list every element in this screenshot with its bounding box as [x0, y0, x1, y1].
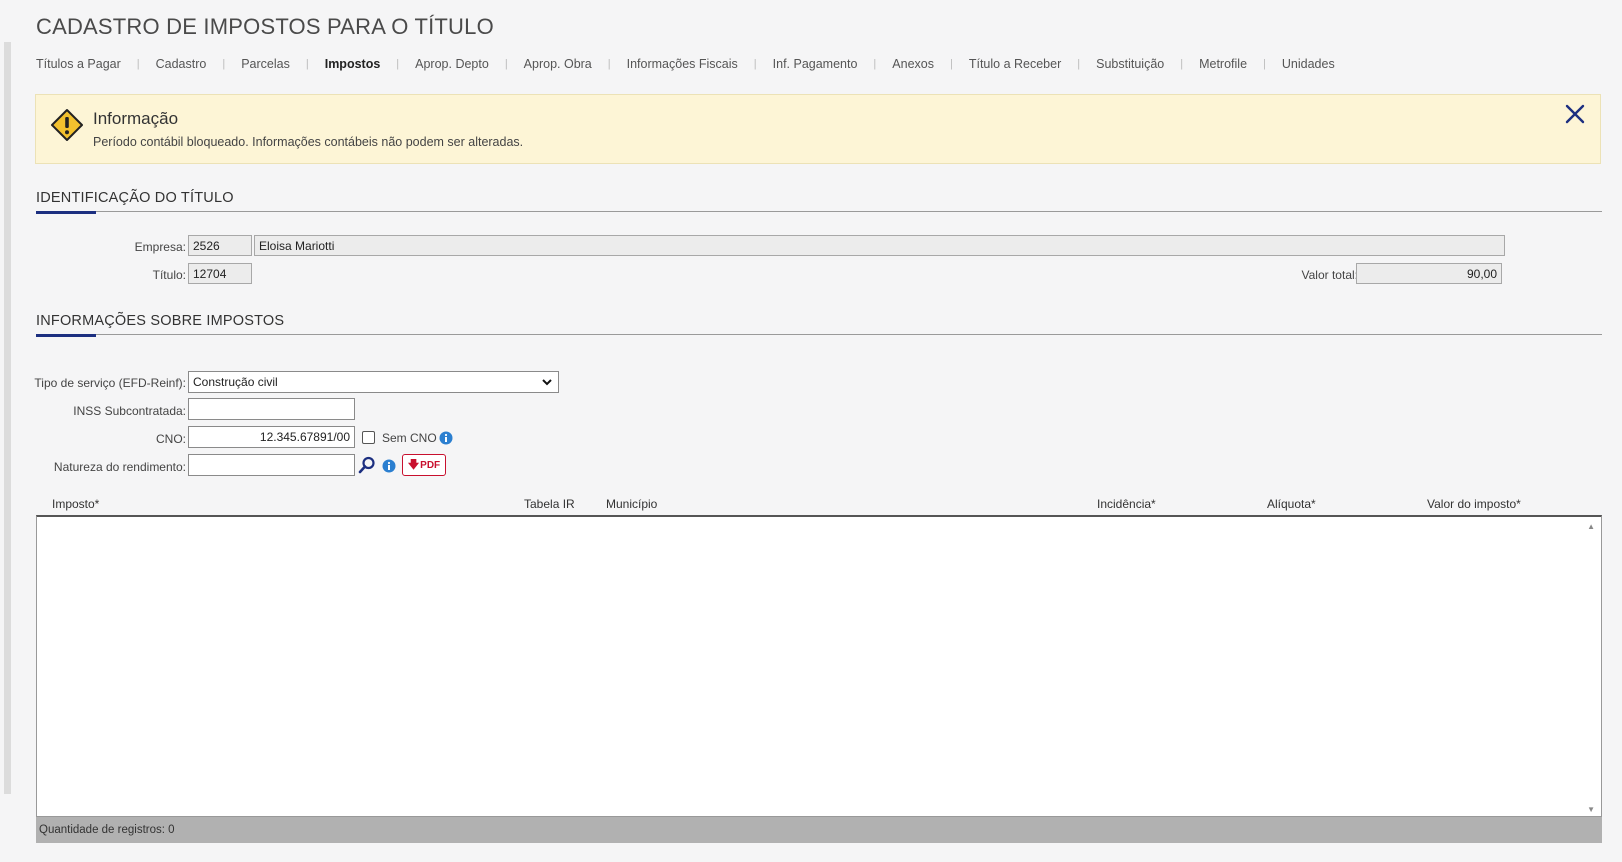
tab-impostos[interactable]: Impostos: [325, 57, 381, 71]
tipo-servico-value: Construção civil: [193, 375, 278, 389]
tab-separator: |: [753, 58, 757, 70]
tab-separator: |: [1180, 58, 1184, 70]
tab-separator: |: [222, 58, 226, 70]
column-header-municipio[interactable]: Município: [606, 497, 657, 511]
left-rail: [4, 42, 11, 794]
grid-footer: Quantidade de registros: 0: [36, 817, 1602, 843]
tab-bar: Títulos a Pagar | Cadastro | Parcelas | Impost…: [36, 57, 1335, 71]
section-accent: [36, 334, 96, 337]
valor-total-label: Valor total:: [1301, 268, 1358, 282]
section-accent: [36, 211, 96, 214]
titulo-field: 12704: [188, 263, 252, 284]
tab-separator: |: [396, 58, 400, 70]
tab-inf-pagamento[interactable]: Inf. Pagamento: [773, 57, 858, 71]
tab-informacoes-fiscais[interactable]: Informações Fiscais: [627, 57, 738, 71]
scroll-up-arrow[interactable]: ▲: [1587, 522, 1595, 531]
titulo-label: Título:: [152, 268, 186, 282]
tab-cadastro[interactable]: Cadastro: [156, 57, 207, 71]
inss-label: INSS Subcontratada:: [73, 404, 186, 418]
chevron-down-icon: [542, 379, 552, 386]
tipo-servico-label: Tipo de serviço (EFD-Reinf):: [34, 376, 186, 390]
section-title-identificacao: IDENTIFICAÇÃO DO TÍTULO: [36, 190, 234, 206]
alert-message: Período contábil bloqueado. Informações …: [93, 135, 524, 149]
tab-separator: |: [136, 58, 140, 70]
tab-titulos-a-pagar[interactable]: Títulos a Pagar: [36, 57, 121, 71]
search-icon[interactable]: [358, 456, 376, 474]
download-arrow-icon: 🡇: [407, 458, 420, 471]
empresa-label: Empresa:: [134, 240, 186, 254]
sem-cno-checkbox[interactable]: [362, 431, 375, 444]
tab-aprop-obra[interactable]: Aprop. Obra: [524, 57, 592, 71]
tab-separator: |: [1263, 58, 1266, 70]
sem-cno-label: Sem CNO: [382, 431, 437, 445]
column-header-tabela-ir[interactable]: Tabela IR: [524, 497, 575, 511]
cno-label: CNO:: [156, 432, 186, 446]
grid-body: ▲ ▼: [36, 515, 1602, 817]
empresa-code-field: 2526: [188, 235, 252, 256]
page-title: CADASTRO DE IMPOSTOS PARA O TÍTULO: [36, 14, 494, 39]
tab-aprop-depto[interactable]: Aprop. Depto: [415, 57, 489, 71]
tab-separator: |: [504, 58, 508, 70]
info-icon[interactable]: [439, 431, 453, 445]
info-alert: Informação Período contábil bloqueado. I…: [35, 94, 1601, 164]
section-title-impostos: INFORMAÇÕES SOBRE IMPOSTOS: [36, 313, 285, 329]
tab-separator: |: [873, 58, 877, 70]
grid-header: Imposto* Tabela IR Município Incidência*…: [36, 497, 1602, 515]
close-icon[interactable]: [1564, 103, 1586, 125]
scroll-down-arrow[interactable]: ▼: [1587, 805, 1595, 814]
tab-separator: |: [1077, 58, 1081, 70]
column-header-valor-imposto[interactable]: Valor do imposto*: [1427, 497, 1521, 511]
natureza-label: Natureza do rendimento:: [53, 460, 186, 474]
cno-input[interactable]: [188, 426, 355, 448]
section-divider: [36, 211, 1602, 212]
section-divider: [36, 334, 1602, 335]
tab-unidades[interactable]: Unidades: [1282, 57, 1335, 71]
pdf-label: PDF: [420, 459, 441, 471]
column-header-aliquota[interactable]: Alíquota*: [1267, 497, 1316, 511]
tab-titulo-a-receber[interactable]: Título a Receber: [969, 57, 1061, 71]
empresa-name-field: Eloisa Mariotti: [254, 235, 1505, 256]
tab-parcelas[interactable]: Parcelas: [241, 57, 290, 71]
warning-icon: [51, 109, 83, 141]
column-header-incidencia[interactable]: Incidência*: [1097, 497, 1156, 511]
inss-subcontratada-input[interactable]: [188, 398, 355, 420]
column-header-imposto[interactable]: Imposto*: [52, 497, 99, 511]
tab-anexos[interactable]: Anexos: [892, 57, 934, 71]
tipo-servico-select[interactable]: Construção civil: [188, 371, 559, 393]
alert-title: Informação: [93, 109, 179, 128]
tab-separator: |: [949, 58, 953, 70]
tab-metrofile[interactable]: Metrofile: [1199, 57, 1247, 71]
pdf-download-button[interactable]: 🡇 PDF: [402, 454, 446, 476]
natureza-rendimento-input[interactable]: [188, 454, 355, 476]
tab-separator: |: [607, 58, 611, 70]
tab-substituicao[interactable]: Substituição: [1096, 57, 1164, 71]
info-icon[interactable]: [382, 459, 396, 473]
valor-total-field: 90,00: [1356, 263, 1502, 284]
tab-separator: |: [305, 58, 309, 70]
